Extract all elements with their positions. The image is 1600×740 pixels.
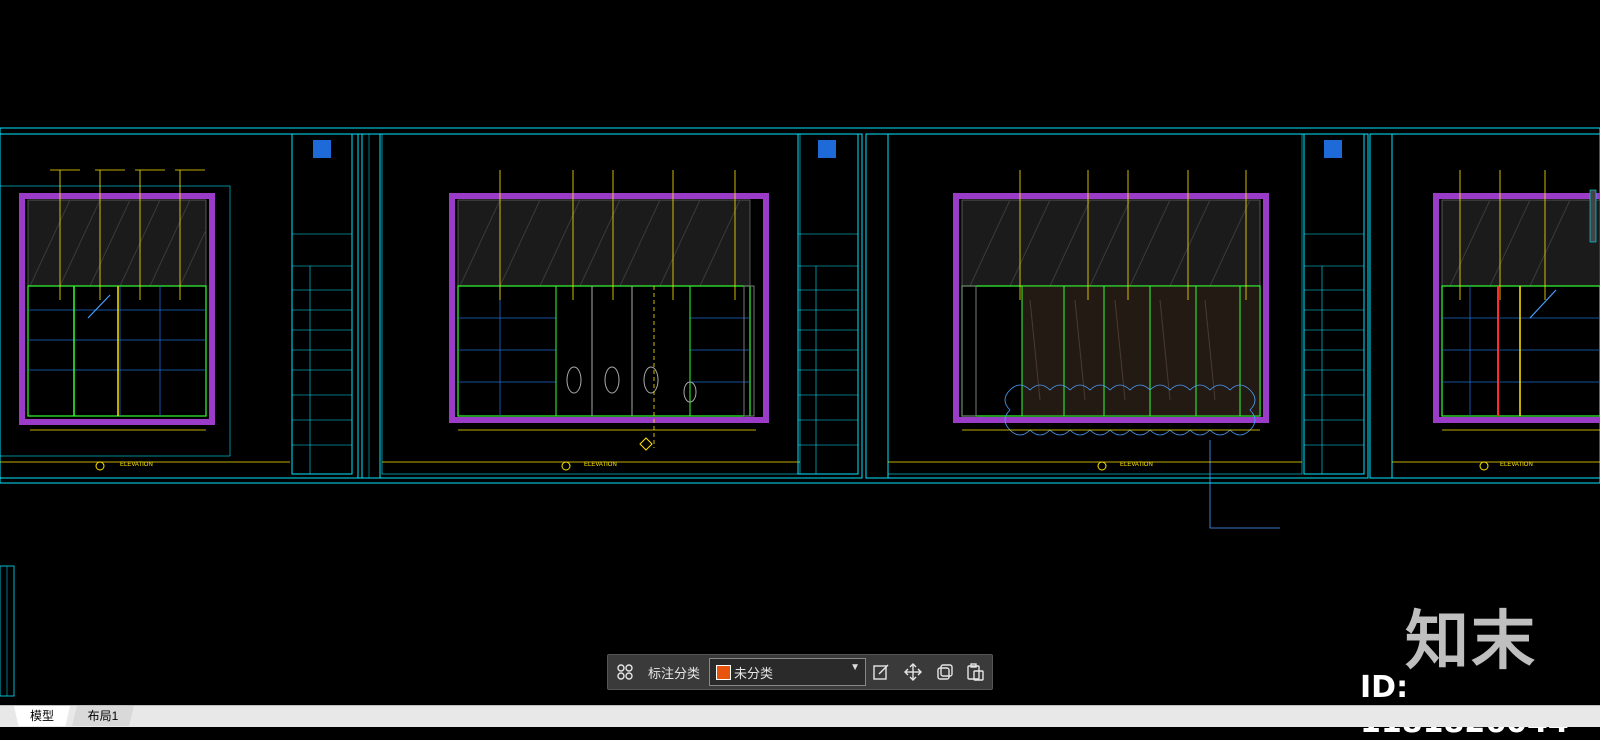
sheet-4-label: ELEVATION <box>1500 462 1533 468</box>
sheet-2-label: ELEVATION <box>584 462 617 468</box>
cad-drawing-canvas[interactable]: ELEVATION ELEVATION ELEVATION ELEVATION <box>0 0 1600 705</box>
sheet-3-label: ELEVATION <box>1120 462 1153 468</box>
chevron-down-icon: ▼ <box>850 662 860 673</box>
move-icon[interactable] <box>904 663 922 681</box>
tab-model[interactable]: 模型 <box>14 706 70 726</box>
watermark-logo: 知末 <box>1405 605 1537 679</box>
sheet-4: ELEVATION <box>1369 133 1600 479</box>
tab-layout-1[interactable]: 布局1 <box>72 706 134 726</box>
annotation-category-select[interactable]: 未分类 ▼ <box>709 658 866 686</box>
sheet-1-label: ELEVATION <box>120 462 153 468</box>
annotation-toolbar: 标注分类 未分类 ▼ <box>607 654 993 690</box>
sheet-3: ELEVATION <box>865 133 1369 529</box>
grid-icon[interactable] <box>616 663 634 681</box>
paste-icon[interactable] <box>966 663 984 681</box>
annotation-category-label: 标注分类 <box>648 666 701 681</box>
layout-tab-bar: 模型 布局1 <box>0 705 1600 727</box>
sheet-1: ELEVATION <box>0 133 381 479</box>
edit-icon[interactable] <box>872 663 890 681</box>
copy-icon[interactable] <box>936 663 954 681</box>
sheet-2: ELEVATION <box>361 133 863 479</box>
category-color-swatch <box>716 665 731 680</box>
annotation-category-value: 未分类 <box>734 666 774 681</box>
